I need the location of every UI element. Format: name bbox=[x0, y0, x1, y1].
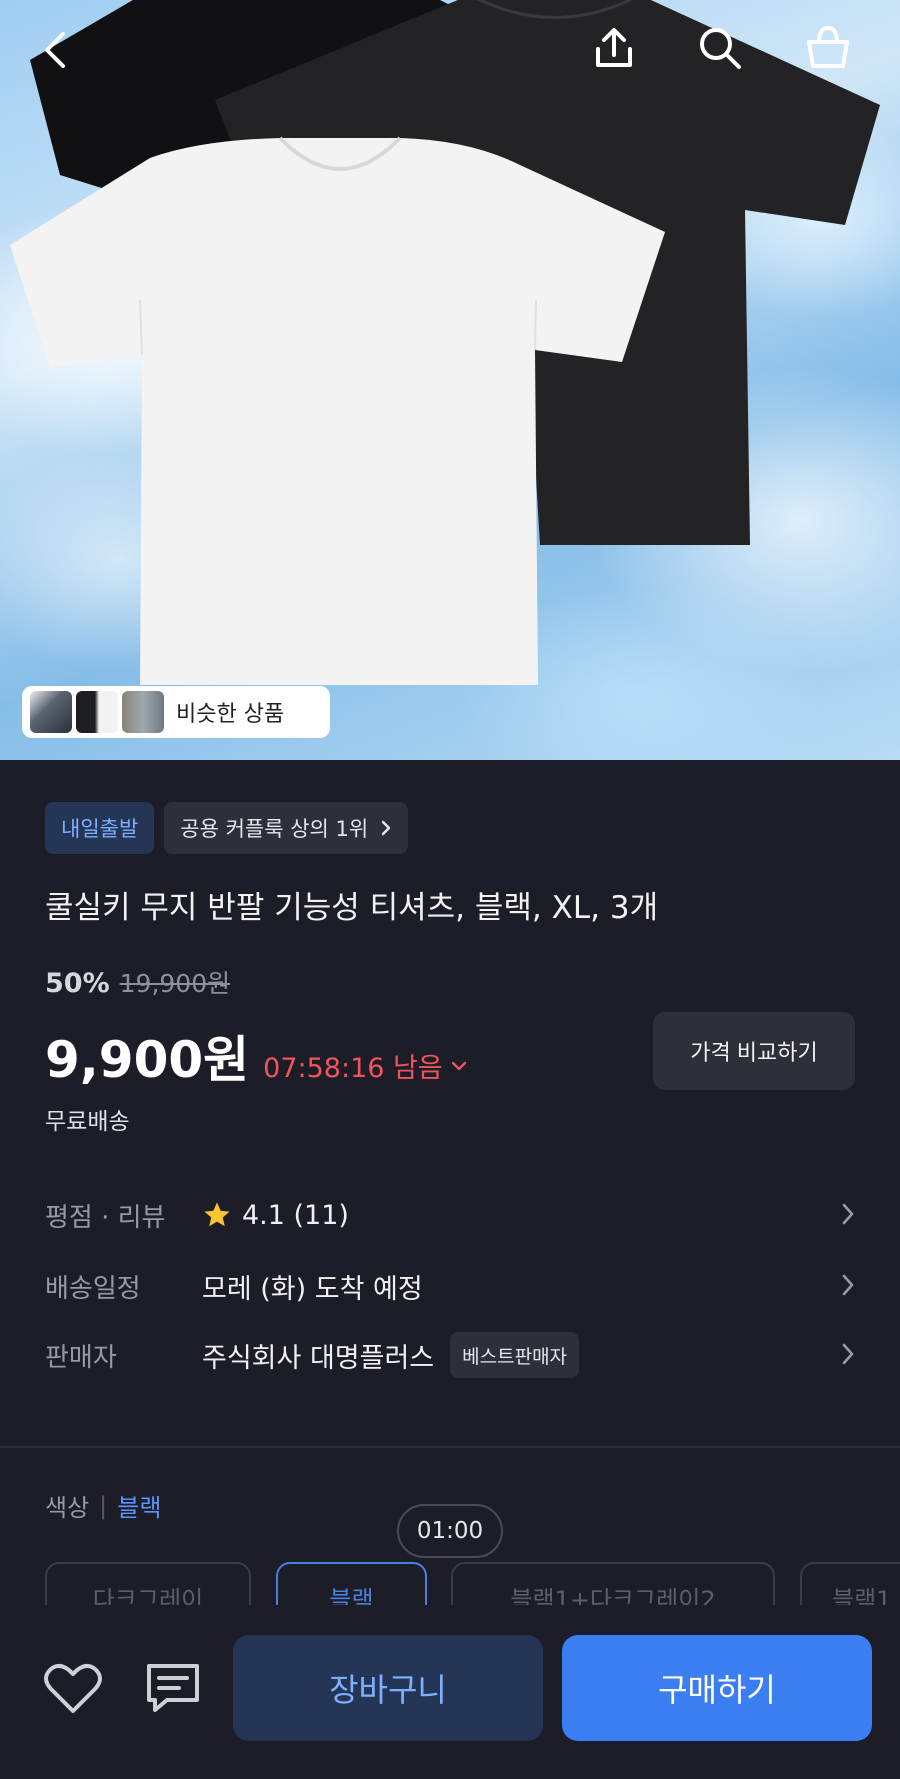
shopping-bag-icon[interactable] bbox=[800, 20, 856, 76]
seller-row[interactable]: 판매자 주식회사 대명플러스 베스트판매자 bbox=[45, 1327, 855, 1383]
bottom-action-bar: 장바구니 구매하기 bbox=[0, 1605, 900, 1779]
discount-rate: 50% bbox=[45, 968, 110, 999]
chevron-down-icon bbox=[451, 1061, 466, 1070]
search-icon[interactable] bbox=[692, 20, 748, 76]
section-divider bbox=[0, 1446, 900, 1448]
delivery-schedule-row[interactable]: 배송일정 모레 (화) 도착 예정 bbox=[45, 1258, 855, 1314]
share-icon[interactable] bbox=[586, 20, 642, 76]
chevron-right-icon bbox=[842, 1274, 854, 1296]
rating-value: 4.1 (11) bbox=[202, 1200, 349, 1231]
ranking-badge[interactable]: 공용 커플룩 상의 1위 bbox=[164, 802, 409, 854]
original-price: 19,900원 bbox=[119, 969, 231, 998]
similar-products-label: 비슷한 상품 bbox=[176, 702, 285, 727]
similar-thumb-1 bbox=[30, 691, 72, 733]
delivery-badge: 내일출발 bbox=[45, 802, 155, 854]
delivery-schedule-value: 모레 (화) 도착 예정 bbox=[202, 1273, 423, 1305]
ranking-badge-label: 공용 커플룩 상의 1위 bbox=[180, 817, 369, 841]
similar-thumb-2 bbox=[76, 691, 118, 733]
chevron-right-icon bbox=[382, 820, 391, 836]
deal-timer-text: 07:58:16 남음 bbox=[263, 1053, 443, 1084]
seller-label: 판매자 bbox=[45, 1342, 117, 1373]
color-selected-value: 블랙 bbox=[117, 1494, 162, 1522]
shipping-info: 무료배송 bbox=[45, 1109, 130, 1135]
color-separator: | bbox=[99, 1491, 108, 1520]
inquiry-chat-icon[interactable] bbox=[138, 1653, 208, 1723]
color-option-header: 색상 | 블랙 bbox=[45, 1488, 161, 1523]
product-image-gallery[interactable]: 비슷한 상품 bbox=[0, 0, 900, 760]
badge-row: 내일출발 공용 커플룩 상의 1위 bbox=[45, 802, 409, 854]
discount-row: 50% 19,900원 bbox=[45, 964, 230, 1000]
seller-name: 주식회사 대명플러스 bbox=[202, 1342, 435, 1374]
delivery-schedule-label: 배송일정 bbox=[45, 1273, 141, 1304]
price-row: 9,900원 07:58:16 남음 bbox=[45, 1020, 469, 1092]
chevron-right-icon bbox=[842, 1343, 854, 1365]
chevron-right-icon bbox=[842, 1203, 854, 1225]
sale-price: 9,900원 bbox=[45, 1031, 250, 1089]
similar-products-button[interactable]: 비슷한 상품 bbox=[22, 686, 330, 738]
product-title: 쿨실키 무지 반팔 기능성 티셔츠, 블랙, XL, 3개 bbox=[45, 890, 659, 926]
seller-value: 주식회사 대명플러스 베스트판매자 bbox=[202, 1332, 580, 1378]
similar-thumb-3 bbox=[122, 691, 164, 733]
color-label: 색상 bbox=[45, 1494, 90, 1522]
wishlist-heart-icon[interactable] bbox=[38, 1653, 108, 1723]
time-pill: 01:00 bbox=[397, 1504, 503, 1558]
deal-timer[interactable]: 07:58:16 남음 bbox=[263, 1046, 469, 1085]
buy-now-button[interactable]: 구매하기 bbox=[562, 1635, 872, 1741]
rating-score: 4.1 (11) bbox=[242, 1199, 349, 1231]
back-icon[interactable] bbox=[28, 22, 84, 78]
star-icon bbox=[204, 1202, 230, 1227]
best-seller-badge: 베스트판매자 bbox=[450, 1332, 580, 1378]
rating-review-label: 평점 · 리뷰 bbox=[45, 1202, 166, 1233]
add-to-cart-button[interactable]: 장바구니 bbox=[233, 1635, 543, 1741]
compare-price-button[interactable]: 가격 비교하기 bbox=[653, 1012, 855, 1090]
rating-review-row[interactable]: 평점 · 리뷰 4.1 (11) bbox=[45, 1187, 855, 1243]
tshirts-image bbox=[10, 0, 880, 685]
